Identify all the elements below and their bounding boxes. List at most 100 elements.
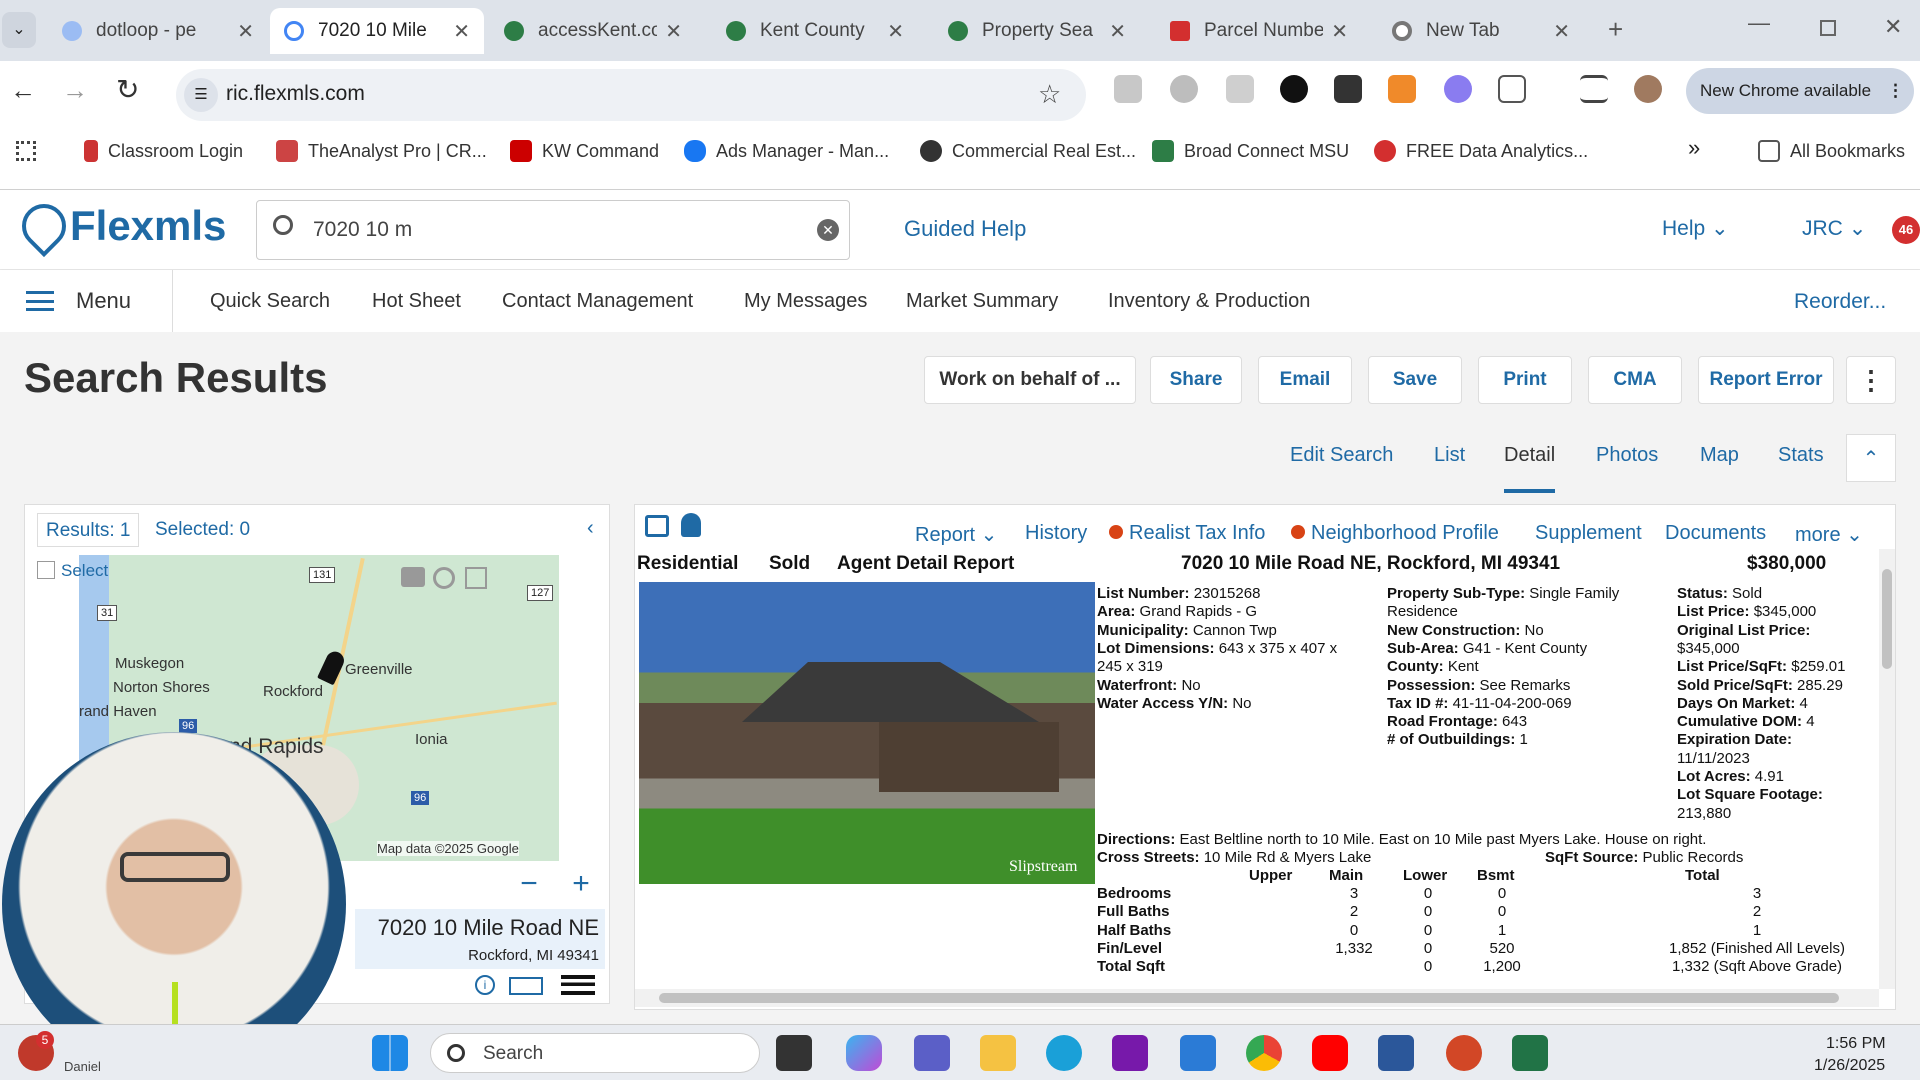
bookmark-item[interactable]: Commercial Real Est... bbox=[920, 136, 1136, 166]
site-settings-icon[interactable]: ☰ bbox=[184, 78, 218, 112]
bookmark-item[interactable]: KW Command bbox=[510, 136, 659, 166]
guided-help-link[interactable]: Guided Help bbox=[904, 216, 1026, 242]
tab-list[interactable]: List bbox=[1434, 444, 1465, 467]
bookmark-item[interactable]: Broad Connect MSU bbox=[1152, 136, 1349, 166]
select-label[interactable]: Select bbox=[61, 561, 108, 581]
nav-contact-management[interactable]: Contact Management bbox=[502, 290, 693, 313]
tab-photos[interactable]: Photos bbox=[1596, 444, 1658, 467]
close-icon[interactable]: ✕ bbox=[1553, 19, 1570, 44]
browser-tab-active[interactable]: 7020 10 Mile ✕ bbox=[270, 8, 484, 54]
supplement-tab[interactable]: Supplement bbox=[1535, 522, 1642, 545]
more-bookmarks-icon[interactable]: » bbox=[1688, 135, 1700, 161]
onepassword-icon[interactable] bbox=[1280, 75, 1308, 103]
profile-avatar[interactable] bbox=[1634, 75, 1662, 103]
address-bar[interactable]: ☰ ric.flexmls.com ☆ bbox=[176, 69, 1086, 121]
bookmark-item[interactable]: Classroom Login bbox=[84, 136, 243, 166]
close-icon[interactable]: ✕ bbox=[1331, 19, 1348, 44]
clock-date[interactable]: 1/26/2025 bbox=[1814, 1057, 1885, 1075]
email-button[interactable]: Email bbox=[1258, 356, 1352, 404]
menu-button[interactable]: Menu bbox=[26, 288, 131, 314]
documents-tab[interactable]: Documents bbox=[1665, 522, 1766, 545]
media-control-icon[interactable] bbox=[1580, 75, 1608, 103]
tab-edit-search[interactable]: Edit Search bbox=[1290, 444, 1393, 467]
zoom-in-button[interactable]: + bbox=[561, 865, 601, 905]
person-icon[interactable] bbox=[681, 513, 701, 537]
nav-hot-sheet[interactable]: Hot Sheet bbox=[372, 290, 461, 313]
browser-tab[interactable]: New Tab ✕ bbox=[1378, 8, 1584, 54]
back-icon[interactable]: ← bbox=[10, 75, 36, 106]
collapse-panel-icon[interactable]: ‹ bbox=[587, 517, 594, 540]
excel-icon[interactable] bbox=[1512, 1035, 1548, 1071]
reload-icon[interactable]: ↻ bbox=[116, 73, 139, 106]
kebab-icon[interactable]: ⋮ bbox=[1887, 68, 1904, 114]
youtube-icon[interactable] bbox=[1312, 1035, 1348, 1071]
new-tab-button[interactable]: + bbox=[1608, 14, 1623, 45]
nav-market-summary[interactable]: Market Summary bbox=[906, 290, 1058, 313]
scroll-thumb[interactable] bbox=[659, 993, 1839, 1003]
close-icon[interactable]: ✕ bbox=[887, 19, 904, 44]
zoom-out-button[interactable]: − bbox=[509, 865, 549, 905]
browser-tab[interactable]: accessKent.co ✕ bbox=[490, 8, 696, 54]
flexmls-logo[interactable]: Flexmls bbox=[70, 202, 226, 250]
report-scroll[interactable]: Residential Sold Agent Detail Report 702… bbox=[635, 549, 1879, 989]
puzzle-icon[interactable] bbox=[1498, 75, 1526, 103]
onenote-icon[interactable] bbox=[1112, 1035, 1148, 1071]
neighborhood-profile-tab[interactable]: Neighborhood Profile bbox=[1291, 522, 1499, 545]
notification-badge[interactable]: 46 bbox=[1892, 216, 1920, 244]
work-on-behalf-button[interactable]: Work on behalf of ... bbox=[924, 356, 1136, 404]
flexmls-logo-icon[interactable] bbox=[12, 194, 76, 258]
bookmark-item[interactable]: TheAnalyst Pro | CR... bbox=[276, 136, 487, 166]
search-input[interactable]: 7020 10 m bbox=[313, 218, 412, 242]
help-menu[interactable]: Help ⌄ bbox=[1662, 216, 1729, 241]
history-tab[interactable]: History bbox=[1025, 522, 1087, 545]
tab-stats[interactable]: Stats bbox=[1778, 444, 1824, 467]
bookmark-item[interactable]: FREE Data Analytics... bbox=[1374, 136, 1588, 166]
briefcase-icon[interactable] bbox=[401, 567, 425, 587]
share-button[interactable]: Share bbox=[1150, 356, 1242, 404]
nav-inventory-production[interactable]: Inventory & Production bbox=[1108, 290, 1310, 313]
word-icon[interactable] bbox=[1378, 1035, 1414, 1071]
search-box[interactable]: 7020 10 m ✕ bbox=[256, 200, 850, 260]
print-button[interactable]: Print bbox=[1478, 356, 1572, 404]
close-icon[interactable]: ✕ bbox=[453, 19, 470, 44]
forward-icon[interactable]: → bbox=[62, 75, 88, 106]
user-menu[interactable]: JRC ⌄ bbox=[1802, 216, 1866, 241]
select-checkbox[interactable] bbox=[37, 561, 55, 579]
url-text[interactable]: ric.flexmls.com bbox=[226, 82, 365, 106]
powerpoint-icon[interactable] bbox=[1446, 1035, 1482, 1071]
list-view-icon[interactable] bbox=[561, 975, 595, 995]
extension-dots-icon[interactable] bbox=[1334, 75, 1362, 103]
nav-my-messages[interactable]: My Messages bbox=[744, 290, 867, 313]
reorder-link[interactable]: Reorder... bbox=[1794, 290, 1886, 314]
browser-tab[interactable]: Property Sea ✕ bbox=[934, 8, 1140, 54]
close-icon[interactable]: ✕ bbox=[665, 19, 682, 44]
apps-grid-icon[interactable] bbox=[16, 141, 36, 161]
taskbar-search[interactable]: Search bbox=[430, 1033, 760, 1073]
cma-button[interactable]: CMA bbox=[1588, 356, 1682, 404]
browser-tab[interactable]: Parcel Numbe ✕ bbox=[1156, 8, 1362, 54]
report-error-button[interactable]: Report Error bbox=[1698, 356, 1834, 404]
close-window-button[interactable]: ✕ bbox=[1884, 14, 1902, 40]
extension-b-icon[interactable] bbox=[1226, 75, 1254, 103]
realist-tax-tab[interactable]: Realist Tax Info bbox=[1109, 522, 1265, 545]
browser-tab[interactable]: Kent County ✕ bbox=[712, 8, 918, 54]
property-photo[interactable]: Slipstream bbox=[639, 582, 1095, 884]
camera-icon[interactable] bbox=[1114, 75, 1142, 103]
vertical-scrollbar[interactable] bbox=[1879, 549, 1895, 989]
new-chrome-button[interactable]: New Chrome available ⋮ bbox=[1686, 68, 1914, 114]
more-actions-button[interactable]: ⋮ bbox=[1846, 356, 1896, 404]
scroll-thumb[interactable] bbox=[1882, 569, 1892, 669]
more-tab[interactable]: more ⌄ bbox=[1795, 522, 1863, 547]
extension-gear-icon[interactable] bbox=[1444, 75, 1472, 103]
horizontal-scrollbar[interactable] bbox=[635, 989, 1879, 1007]
copilot-icon[interactable] bbox=[846, 1035, 882, 1071]
edit-icon[interactable] bbox=[465, 567, 487, 589]
result-card[interactable]: 7020 10 Mile Road NE Rockford, MI 49341 bbox=[355, 909, 605, 969]
file-explorer-icon[interactable] bbox=[980, 1035, 1016, 1071]
save-button[interactable]: Save bbox=[1368, 356, 1462, 404]
report-dropdown[interactable]: Report ⌄ bbox=[915, 522, 997, 547]
tab-map[interactable]: Map bbox=[1700, 444, 1739, 467]
browser-tab[interactable]: dotloop - pe ✕ bbox=[48, 8, 268, 54]
collapse-button[interactable]: ⌃ bbox=[1846, 434, 1896, 482]
info-icon[interactable]: i bbox=[475, 975, 495, 995]
